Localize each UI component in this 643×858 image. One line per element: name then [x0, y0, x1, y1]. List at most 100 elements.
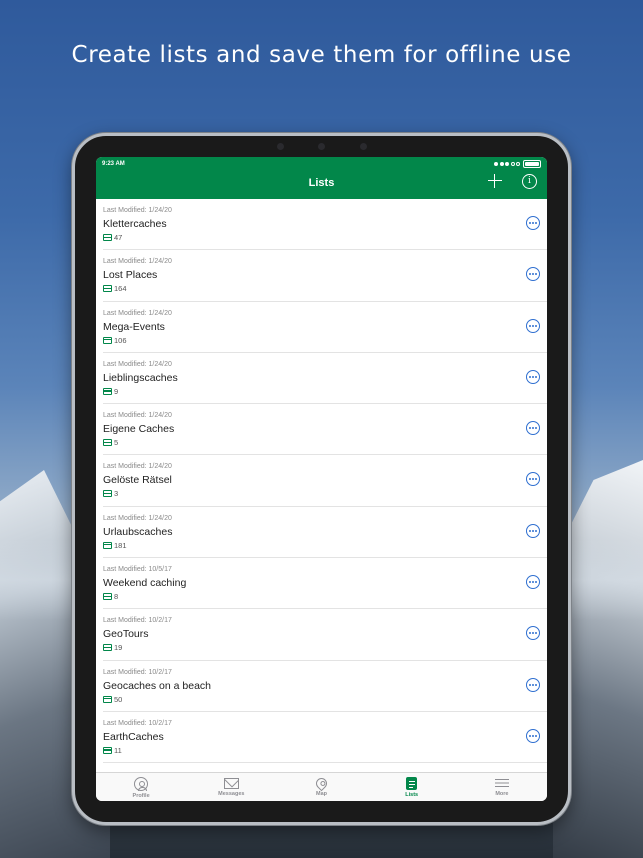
last-modified-label: Last Modified: 1/24/20: [103, 207, 172, 214]
cache-count: 181: [103, 541, 127, 550]
last-modified-label: Last Modified: 10/2/17: [103, 617, 172, 625]
geocache-box-icon: [103, 490, 112, 498]
geocache-box-icon: [103, 439, 112, 447]
list-item[interactable]: Last Modified: 10/2/17 EarthCaches 11: [103, 712, 547, 764]
cache-count-value: 50: [114, 694, 123, 704]
list-title: Geocaches on a beach: [103, 679, 211, 692]
tab-profile[interactable]: Profile: [96, 773, 186, 801]
cache-count-value: 8: [114, 592, 119, 602]
geocache-box-icon: [103, 285, 112, 293]
geocache-box-icon: [103, 593, 112, 601]
list-item[interactable]: Last Modified: 10/5/17 Weekend caching 8: [103, 558, 547, 610]
list-item[interactable]: Last Modified: 1/24/20 Gelöste Rätsel 3: [103, 455, 547, 507]
more-options-button[interactable]: [526, 626, 540, 641]
tab-label: Profile: [132, 793, 150, 799]
last-modified-label: Last Modified: 1/24/20: [103, 463, 172, 471]
geocache-box-icon: [103, 234, 112, 241]
last-modified-label: Last Modified: 1/24/20: [103, 309, 172, 317]
page-title: Lists: [308, 177, 335, 189]
tab-messages[interactable]: Messages: [186, 773, 276, 801]
cache-count-value: 3: [114, 489, 119, 499]
tab-map[interactable]: Map: [276, 773, 366, 801]
last-modified-label: Last Modified: 10/2/17: [103, 719, 172, 727]
list-item[interactable]: Last Modified: 1/24/20 Mega-Events 106: [103, 302, 547, 353]
more-options-button[interactable]: [526, 523, 540, 538]
cache-count-value: 47: [114, 233, 123, 242]
geocache-box-icon: [103, 387, 112, 395]
cache-count: 164: [103, 284, 127, 293]
cache-count: 50: [103, 695, 122, 704]
list-item[interactable]: Last Modified: 1/24/20 Eigene Caches 5: [103, 404, 547, 456]
last-modified-label: Last Modified: 1/24/20: [103, 258, 172, 266]
more-options-button[interactable]: [526, 472, 540, 487]
tab-more[interactable]: More: [457, 773, 547, 801]
tab-label: Map: [316, 791, 327, 797]
tab-label: Messages: [218, 791, 245, 797]
more-options-button[interactable]: [526, 421, 540, 436]
more-options-button[interactable]: [526, 575, 540, 590]
cache-count-value: 106: [114, 335, 127, 345]
last-modified-label: Last Modified: 1/24/20: [103, 360, 172, 368]
more-options-button[interactable]: [526, 318, 540, 333]
list-title: Urlaubscaches: [103, 525, 173, 538]
last-modified-label: Last Modified: 10/2/17: [103, 668, 172, 676]
list-title: EarthCaches: [103, 730, 164, 743]
last-modified-label: Last Modified: 1/24/20: [103, 412, 172, 420]
list-item[interactable]: Last Modified: 1/24/20 Urlaubscaches 181: [103, 507, 547, 559]
more-options-button[interactable]: [526, 728, 540, 743]
tab-label: Lists: [405, 792, 419, 798]
cache-count-value: 181: [114, 540, 127, 550]
list-title: Mega-Events: [103, 320, 165, 333]
more-options-button[interactable]: [526, 216, 540, 230]
list-title: Klettercaches: [103, 218, 167, 230]
list-item[interactable]: Last Modified: 10/2/17 GeoTours 19: [103, 609, 547, 661]
list-title: Lost Places: [103, 269, 158, 282]
cache-count: 8: [103, 592, 118, 601]
tab-bar: Profile Messages Map Lists More: [96, 772, 547, 801]
cache-count-value: 5: [114, 438, 119, 448]
tablet-frame: 9:23 AM Lists i Last Modified: 1/24/20 Kl…: [72, 133, 571, 825]
app-screen: 9:23 AM Lists i Last Modified: 1/24/20 Kl…: [96, 157, 547, 801]
list-title: Gelöste Rätsel: [103, 474, 172, 487]
tab-lists[interactable]: Lists: [367, 773, 457, 801]
last-modified-label: Last Modified: 10/5/17: [103, 566, 172, 574]
geocache-box-icon: [103, 336, 112, 344]
cache-count-value: 9: [114, 386, 119, 396]
tab-label: More: [495, 791, 509, 797]
list-item[interactable]: Last Modified: 1/24/20 Lost Places 164: [103, 250, 547, 302]
lists-icon: [406, 777, 418, 790]
cache-count: 106: [103, 336, 127, 345]
add-list-button[interactable]: [487, 173, 503, 189]
map-pin-icon: [313, 775, 330, 792]
cache-count: 3: [103, 489, 118, 498]
profile-icon: [134, 777, 149, 791]
list-title: Eigene Caches: [103, 423, 175, 436]
camera-bar: [276, 142, 367, 150]
list-title: GeoTours: [103, 628, 149, 641]
signal-icon: [494, 162, 520, 166]
list-title: Weekend caching: [103, 577, 187, 590]
last-modified-label: Last Modified: 1/24/20: [103, 514, 172, 522]
battery-icon: [523, 160, 541, 168]
list-title: Lieblingscaches: [103, 371, 178, 384]
more-options-button[interactable]: [526, 369, 540, 384]
list-item[interactable]: Last Modified: 10/2/17 Geocaches on a bea…: [103, 661, 547, 712]
list-item[interactable]: Last Modified: 1/24/20 Lieblingscaches 9: [103, 353, 547, 405]
promo-headline: Create lists and save them for offline u…: [71, 42, 572, 68]
more-options-button[interactable]: [526, 267, 540, 282]
cache-count-value: 164: [114, 284, 127, 294]
cache-count: 19: [103, 643, 122, 652]
cache-count: 47: [103, 233, 122, 242]
messages-icon: [223, 778, 239, 789]
cache-count-value: 11: [114, 745, 122, 755]
geocache-box-icon: [103, 541, 112, 549]
geocache-box-icon: [103, 746, 112, 754]
cache-count: 11: [103, 746, 122, 755]
status-time: 9:23 AM: [102, 161, 125, 167]
more-options-button[interactable]: [526, 677, 540, 692]
cache-count: 9: [103, 387, 118, 396]
cache-count-value: 19: [114, 643, 123, 653]
navigation-bar: 9:23 AM Lists i: [96, 157, 547, 199]
list-item[interactable]: Last Modified: 1/24/20 Klettercaches 47: [103, 199, 547, 251]
info-button[interactable]: i: [522, 174, 537, 189]
